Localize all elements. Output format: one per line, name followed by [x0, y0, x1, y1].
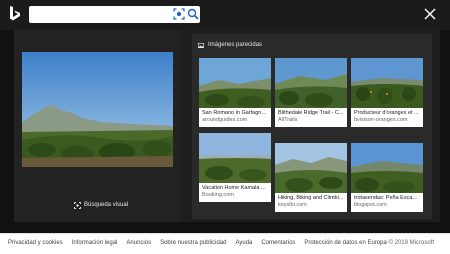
similar-image-card[interactable]: Vacation Home Kamala ... Booking.com	[199, 133, 271, 202]
visual-search-icon[interactable]	[173, 8, 185, 20]
query-image-pane: Búsqueda visual	[14, 30, 181, 222]
card-thumbnail	[275, 143, 347, 193]
image-icon	[198, 42, 204, 48]
similar-images-header: Imágenes parecidas	[198, 40, 262, 50]
footer-link-eu-privacy[interactable]: Protección de datos en Europa	[304, 240, 386, 246]
card-source: Booking.com	[202, 192, 234, 198]
footer-link-ads[interactable]: Anuncios	[126, 240, 151, 246]
card-source: aroundguides.com	[202, 117, 248, 123]
card-thumbnail	[351, 58, 423, 108]
card-thumbnail	[351, 143, 423, 193]
card-title[interactable]: Producteur d'oranges et ...	[354, 110, 420, 117]
card-title[interactable]: Blithedale Ridge Trail - C...	[278, 110, 344, 117]
search-box	[29, 6, 200, 23]
footer-link-legal[interactable]: Información legal	[72, 240, 118, 246]
visual-search-panel: Búsqueda visual Imágenes parecidas San R…	[14, 30, 440, 222]
footer-link-feedback[interactable]: Comentarios	[261, 240, 295, 246]
footer-link-about-ads[interactable]: Sobre nuestra publicidad	[160, 240, 226, 246]
search-icon[interactable]	[187, 8, 199, 20]
similar-image-card[interactable]: San Romano in Garfagna... aroundguides.c…	[199, 58, 271, 127]
similar-image-card[interactable]: trotasendas: Peña Escab... blogspot.com	[351, 143, 423, 212]
search-input[interactable]	[33, 7, 169, 22]
similar-image-card[interactable]: Blithedale Ridge Trail - C... AllTrails	[275, 58, 347, 127]
card-title[interactable]: Vacation Home Kamala ...	[202, 185, 268, 192]
footer-link-help[interactable]: Ayuda	[235, 240, 252, 246]
similar-images-pane: Imágenes parecidas San Romano in Garfagn…	[192, 34, 432, 219]
footer: Privacidad y cookies Información legal A…	[0, 233, 450, 254]
footer-link-privacy[interactable]: Privacidad y cookies	[8, 240, 63, 246]
card-thumbnail	[199, 133, 271, 183]
card-source: keyslbi.com	[278, 202, 307, 208]
similar-image-card[interactable]: Hiking, Biking and Climbi... keyslbi.com	[275, 143, 347, 212]
card-source: blogspot.com	[354, 202, 387, 208]
card-title[interactable]: San Romano in Garfagna...	[202, 110, 268, 117]
card-thumbnail	[275, 58, 347, 108]
card-source: bvisison-oranges.com	[354, 117, 408, 123]
close-icon[interactable]	[424, 8, 436, 20]
top-bar	[0, 0, 450, 30]
bing-logo-icon[interactable]	[9, 6, 21, 23]
card-title[interactable]: trotasendas: Peña Escab...	[354, 195, 420, 202]
similar-images-title: Imágenes parecidas	[208, 42, 263, 48]
copyright: © 2019 Microsoft	[388, 240, 434, 246]
visual-search-small-icon	[74, 201, 81, 209]
card-title[interactable]: Hiking, Biking and Climbi...	[278, 195, 344, 202]
query-image	[22, 52, 173, 167]
footer-links: Privacidad y cookies Información legal A…	[8, 240, 387, 246]
visual-search-label: Búsqueda visual	[84, 202, 129, 208]
similar-image-card[interactable]: Producteur d'oranges et ... bvisison-ora…	[351, 58, 423, 127]
card-source: AllTrails	[278, 117, 298, 123]
visual-search-button[interactable]: Búsqueda visual	[74, 200, 128, 210]
card-thumbnail	[199, 58, 271, 108]
